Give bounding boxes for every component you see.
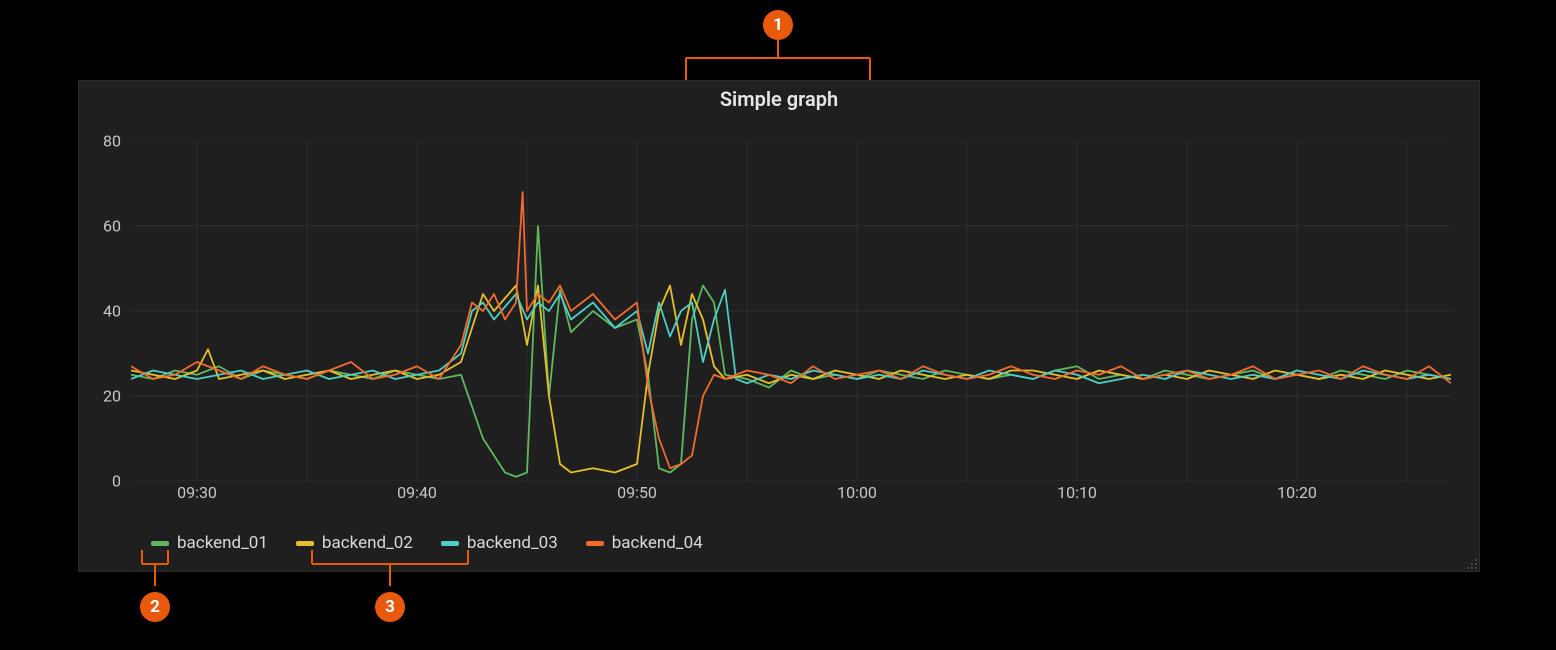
y-axis: 020406080 — [79, 141, 127, 481]
legend-item[interactable]: backend_04 — [586, 533, 703, 553]
y-tick-label: 60 — [103, 217, 121, 236]
series-line — [131, 192, 1451, 468]
y-tick-label: 0 — [112, 472, 121, 491]
series-line — [131, 290, 1451, 384]
y-tick-label: 80 — [103, 132, 121, 151]
x-tick-label: 09:50 — [617, 483, 657, 502]
panel-title: Simple graph — [79, 81, 1479, 115]
callout-number: 3 — [385, 597, 395, 617]
legend-label: backend_04 — [612, 533, 703, 553]
x-tick-label: 09:30 — [177, 483, 217, 502]
chart-svg — [131, 141, 1451, 481]
callout-badge-1: 1 — [763, 10, 793, 40]
legend-label: backend_03 — [467, 533, 558, 553]
graph-panel[interactable]: Simple graph 0 20 40 60 80 09:30 09:40 09:50 10… — [78, 80, 1480, 572]
y-tick-label: 40 — [103, 302, 121, 321]
series-line — [131, 226, 1451, 477]
y-tick-label: 20 — [103, 387, 121, 406]
legend-swatch — [151, 541, 169, 546]
legend-item[interactable]: backend_02 — [296, 533, 413, 553]
legend-swatch — [586, 541, 604, 546]
x-tick-label: 10:00 — [837, 483, 877, 502]
x-axis: 09:30 09:40 09:50 10:00 10:10 10:20 — [131, 483, 1451, 507]
legend-swatch — [441, 541, 459, 546]
legend-label: backend_02 — [322, 533, 413, 553]
callout-badge-3: 3 — [375, 592, 405, 622]
legend: backend_01 backend_02 backend_03 backend_04 — [151, 533, 703, 553]
panel-resize-handle[interactable] — [1465, 557, 1477, 569]
legend-swatch — [296, 541, 314, 546]
callout-badge-2: 2 — [140, 592, 170, 622]
legend-label: backend_01 — [177, 533, 268, 553]
legend-item[interactable]: backend_03 — [441, 533, 558, 553]
callout-number: 2 — [150, 597, 160, 617]
x-tick-label: 09:40 — [397, 483, 437, 502]
callout-number: 1 — [773, 15, 783, 35]
x-tick-label: 10:20 — [1277, 483, 1317, 502]
chart-area[interactable] — [131, 141, 1451, 481]
legend-item[interactable]: backend_01 — [151, 533, 268, 553]
x-tick-label: 10:10 — [1057, 483, 1097, 502]
